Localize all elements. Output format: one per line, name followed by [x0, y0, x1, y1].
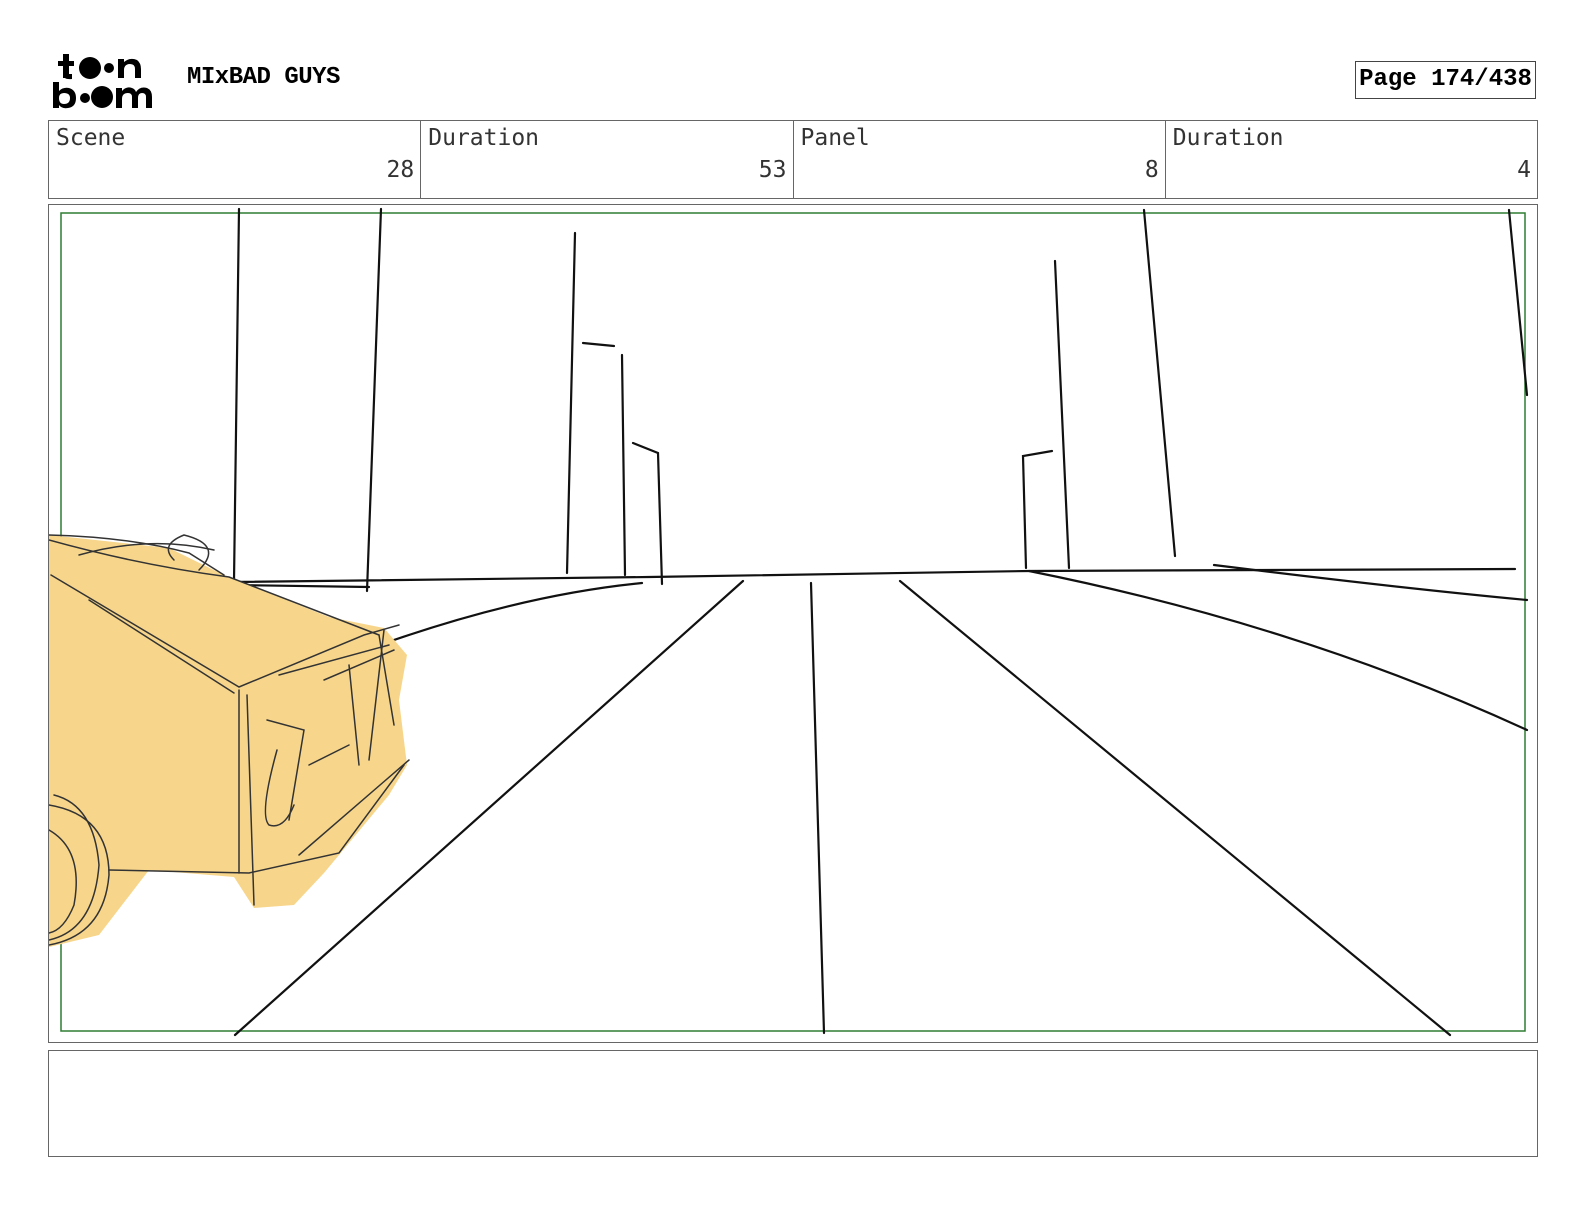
- storyboard-panel: [48, 204, 1538, 1043]
- scene-label: Scene: [56, 125, 126, 151]
- project-title: MIxBAD GUYS: [187, 64, 340, 91]
- scene-duration-label: Duration: [428, 125, 540, 151]
- scene-value: 28: [386, 157, 415, 183]
- car-sketch: [49, 534, 410, 947]
- scene-cell: Scene 28: [49, 121, 422, 198]
- page-number: Page 174/438: [1355, 61, 1536, 99]
- scene-duration-value: 53: [758, 157, 787, 183]
- scene-duration-cell: Duration 53: [421, 121, 794, 198]
- panel-duration-label: Duration: [1172, 125, 1284, 151]
- panel-sketch: [49, 207, 1529, 1037]
- panel-duration-value: 4: [1517, 157, 1531, 183]
- panel-info-table: Scene 28 Duration 53 Panel 8 Duration 4: [48, 120, 1538, 199]
- background-lines: [232, 207, 1529, 1037]
- panel-value: 8: [1144, 157, 1159, 183]
- toon-boom-logo: [53, 54, 152, 109]
- notes-box: [48, 1050, 1538, 1157]
- panel-cell: Panel 8: [794, 121, 1166, 198]
- panel-duration-cell: Duration 4: [1166, 121, 1537, 198]
- panel-label: Panel: [800, 125, 870, 151]
